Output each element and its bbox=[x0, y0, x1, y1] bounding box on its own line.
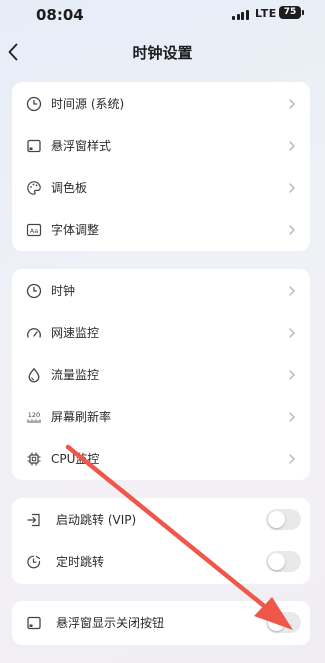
chevron-right-icon bbox=[289, 454, 295, 464]
battery-icon: 75 bbox=[279, 6, 304, 19]
setting-label: 定时跳转 bbox=[56, 555, 105, 569]
setting-label: 悬浮窗显示关闭按钮 bbox=[56, 616, 165, 630]
nav-bar: 时钟设置 bbox=[0, 34, 325, 70]
drop-icon bbox=[28, 367, 40, 383]
window-icon bbox=[27, 616, 41, 630]
launch-icon bbox=[27, 513, 40, 527]
signal-icon bbox=[232, 10, 249, 20]
settings-group-jump: 启动跳转 (VIP) 定时跳转 bbox=[12, 498, 310, 584]
setting-label: 网速监控 bbox=[51, 326, 100, 340]
settings-group-close-button: 悬浮窗显示关闭按钮 bbox=[12, 601, 310, 645]
status-bar: 08:04 LTE 75 bbox=[0, 0, 325, 30]
settings-group-monitors: 时钟 网速监控 流量监控 120 屏幕刷新率 CPU监控 bbox=[12, 269, 310, 480]
palette-icon bbox=[27, 181, 41, 195]
setting-cpu[interactable]: CPU监控 bbox=[12, 438, 310, 480]
setting-palette[interactable]: 调色板 bbox=[12, 167, 310, 209]
chip-icon bbox=[27, 452, 41, 466]
setting-font[interactable]: Aa 字体调整 bbox=[12, 209, 310, 251]
chevron-right-icon bbox=[289, 141, 295, 151]
chevron-right-icon bbox=[289, 370, 295, 380]
status-time: 08:04 bbox=[36, 6, 84, 24]
font-icon: Aa bbox=[26, 223, 42, 237]
timer-icon bbox=[27, 555, 41, 569]
chevron-right-icon bbox=[289, 183, 295, 193]
setting-traffic[interactable]: 流量监控 bbox=[12, 354, 310, 396]
setting-time-source[interactable]: 时间源 (系统) bbox=[12, 83, 310, 125]
launch-jump-toggle[interactable] bbox=[266, 509, 301, 530]
setting-label: CPU监控 bbox=[51, 452, 100, 466]
setting-label: 调色板 bbox=[51, 181, 88, 195]
setting-label: 时间源 (系统) bbox=[51, 97, 125, 111]
setting-refresh-rate[interactable]: 120 屏幕刷新率 bbox=[12, 396, 310, 438]
setting-clock[interactable]: 时钟 bbox=[12, 270, 310, 312]
chevron-right-icon bbox=[289, 99, 295, 109]
setting-label: 时钟 bbox=[51, 284, 76, 298]
setting-label: 流量监控 bbox=[51, 368, 100, 382]
chevron-right-icon bbox=[289, 286, 295, 296]
chevron-right-icon bbox=[289, 225, 295, 235]
chevron-right-icon bbox=[289, 412, 295, 422]
setting-label: 屏幕刷新率 bbox=[51, 410, 112, 424]
speedometer-icon bbox=[27, 328, 41, 338]
battery-level: 75 bbox=[283, 7, 297, 17]
window-icon bbox=[27, 139, 41, 153]
timed-jump-toggle[interactable] bbox=[266, 551, 301, 572]
network-type: LTE bbox=[255, 7, 277, 20]
setting-label: 悬浮窗样式 bbox=[51, 139, 112, 153]
setting-show-close-button: 悬浮窗显示关闭按钮 bbox=[12, 602, 310, 644]
chevron-right-icon bbox=[289, 328, 295, 338]
page-title: 时钟设置 bbox=[132, 44, 193, 62]
setting-network-speed[interactable]: 网速监控 bbox=[12, 312, 310, 354]
setting-label: 字体调整 bbox=[51, 223, 100, 237]
refresh-rate-icon: 120 bbox=[27, 411, 41, 423]
setting-window-style[interactable]: 悬浮窗样式 bbox=[12, 125, 310, 167]
refresh-rate-icon-text: 120 bbox=[28, 411, 40, 419]
clock-icon bbox=[26, 96, 42, 112]
setting-timed-jump: 定时跳转 bbox=[12, 541, 310, 583]
svg-text:Aa: Aa bbox=[30, 227, 38, 235]
clock-icon bbox=[26, 283, 42, 299]
setting-label: 启动跳转 (VIP) bbox=[56, 513, 137, 527]
close-button-toggle[interactable] bbox=[266, 612, 301, 633]
settings-group-appearance: 时间源 (系统) 悬浮窗样式 调色板 Aa 字体调整 bbox=[12, 82, 310, 251]
setting-launch-jump: 启动跳转 (VIP) bbox=[12, 499, 310, 541]
